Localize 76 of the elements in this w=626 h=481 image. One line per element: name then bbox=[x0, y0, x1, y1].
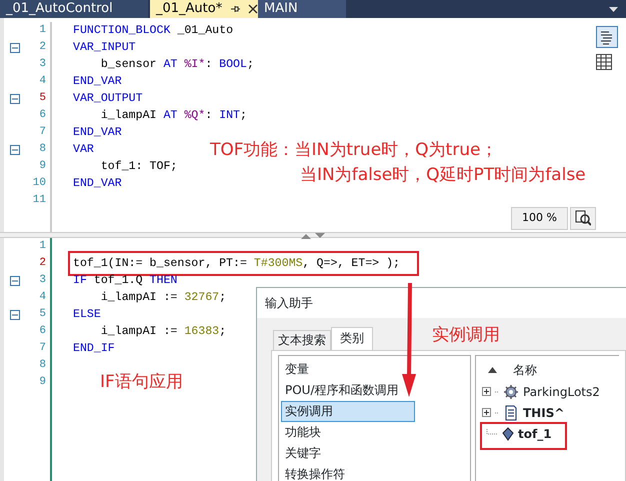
expand-icon[interactable] bbox=[482, 387, 491, 396]
line-number: 8 bbox=[39, 358, 47, 374]
code-line: i_lampAI := 32767; bbox=[100, 290, 226, 305]
close-icon[interactable] bbox=[248, 4, 258, 14]
line-number: 6 bbox=[39, 324, 47, 340]
column-header: 名称 bbox=[513, 362, 537, 379]
code-line: ELSE bbox=[73, 307, 101, 322]
annotation-text: IF语句应用 bbox=[100, 371, 183, 394]
collapse-icon[interactable] bbox=[10, 310, 20, 320]
code-line: END_VAR bbox=[73, 74, 122, 89]
code-line: b_sensor AT %I*: BOOL; bbox=[100, 57, 254, 72]
code-line: END_VAR bbox=[73, 176, 122, 191]
line-number: 9 bbox=[39, 159, 47, 174]
line-number: 4 bbox=[39, 290, 47, 306]
annotation-text: TOF功能：当IN为true时，Q为true； bbox=[210, 139, 498, 162]
collapse-icon[interactable] bbox=[10, 144, 20, 154]
line-number: 9 bbox=[39, 375, 47, 390]
category-item[interactable]: 转换操作符 bbox=[281, 464, 349, 481]
code-line: FUNCTION_BLOCK _01_Auto bbox=[73, 23, 234, 38]
code-line: VAR_OUTPUT bbox=[73, 91, 143, 106]
line-number: 3 bbox=[39, 273, 47, 288]
annotation-text: 当IN为false时，Q延时PT时间为false bbox=[300, 164, 586, 187]
code-line: END_VAR bbox=[73, 125, 122, 140]
dropdown-icon[interactable] bbox=[609, 6, 618, 12]
tree-item[interactable]: THIS^ bbox=[523, 404, 564, 420]
document-tab[interactable]: MAIN bbox=[258, 0, 346, 18]
line-number: 5 bbox=[39, 91, 47, 106]
collapse-icon[interactable] bbox=[10, 276, 20, 286]
category-item[interactable]: 变量 bbox=[281, 359, 313, 380]
tree-item[interactable]: ParkingLots2 bbox=[523, 384, 600, 400]
line-number: 3 bbox=[39, 57, 47, 72]
document-icon bbox=[503, 404, 519, 420]
line-number: 1 bbox=[39, 23, 47, 38]
collapse-icon[interactable] bbox=[10, 94, 20, 104]
cube-icon bbox=[502, 426, 514, 442]
document-tab[interactable]: _01_Auto* bbox=[150, 0, 258, 18]
code-line: IF tof_1.Q THEN bbox=[73, 273, 178, 288]
line-number: 10 bbox=[32, 176, 47, 192]
table-view-icon[interactable] bbox=[596, 54, 612, 70]
magnifier-icon bbox=[575, 210, 591, 226]
code-line: VAR bbox=[73, 142, 94, 157]
dialog-tab[interactable]: 类别 bbox=[331, 327, 373, 350]
line-number: 2 bbox=[39, 40, 47, 56]
collapse-icon[interactable] bbox=[10, 42, 20, 52]
category-item[interactable]: 实例调用 bbox=[281, 401, 415, 422]
zoom-level-button[interactable]: 100 % bbox=[511, 207, 568, 230]
code-line: tof_1: TOF; bbox=[100, 159, 178, 174]
sort-icon[interactable] bbox=[488, 367, 497, 373]
tree-item[interactable]: tof_1 bbox=[518, 426, 552, 442]
line-number: 4 bbox=[39, 74, 47, 90]
code-line: VAR_INPUT bbox=[73, 40, 136, 55]
annotation-text: 实例调用 bbox=[432, 324, 500, 347]
code-line: i_lampAI := 16383; bbox=[100, 324, 226, 339]
line-number: 8 bbox=[39, 142, 47, 158]
line-number: 2 bbox=[39, 256, 47, 272]
code-line: i_lampAI AT %Q*: INT; bbox=[100, 108, 247, 123]
document-tab[interactable]: _01_AutoControl bbox=[0, 0, 148, 18]
zoom-button[interactable] bbox=[570, 207, 596, 230]
line-number: 1 bbox=[39, 239, 47, 254]
code-line: END_IF bbox=[73, 341, 115, 356]
expand-icon[interactable] bbox=[482, 408, 491, 417]
pin-icon[interactable] bbox=[230, 4, 240, 14]
dialog-title: 输入助手 bbox=[265, 296, 313, 310]
splitter-arrows-icon[interactable] bbox=[300, 233, 326, 239]
category-item[interactable]: POU/程序和函数调用 bbox=[281, 380, 403, 401]
text-view-icon[interactable] bbox=[596, 26, 618, 48]
gear-icon bbox=[503, 384, 519, 400]
line-number: 7 bbox=[39, 125, 47, 140]
line-number: 7 bbox=[39, 341, 47, 356]
code-line: tof_1(IN:= b_sensor, PT:= T#300MS, Q=>, ET=> ); bbox=[73, 256, 400, 271]
line-number: 6 bbox=[39, 108, 47, 124]
line-number: 11 bbox=[32, 193, 47, 208]
dialog-tab[interactable]: 文本搜索 bbox=[273, 330, 331, 350]
category-item[interactable]: 功能块 bbox=[281, 422, 325, 443]
category-item[interactable]: 关键字 bbox=[281, 443, 325, 464]
line-number: 5 bbox=[39, 307, 47, 322]
